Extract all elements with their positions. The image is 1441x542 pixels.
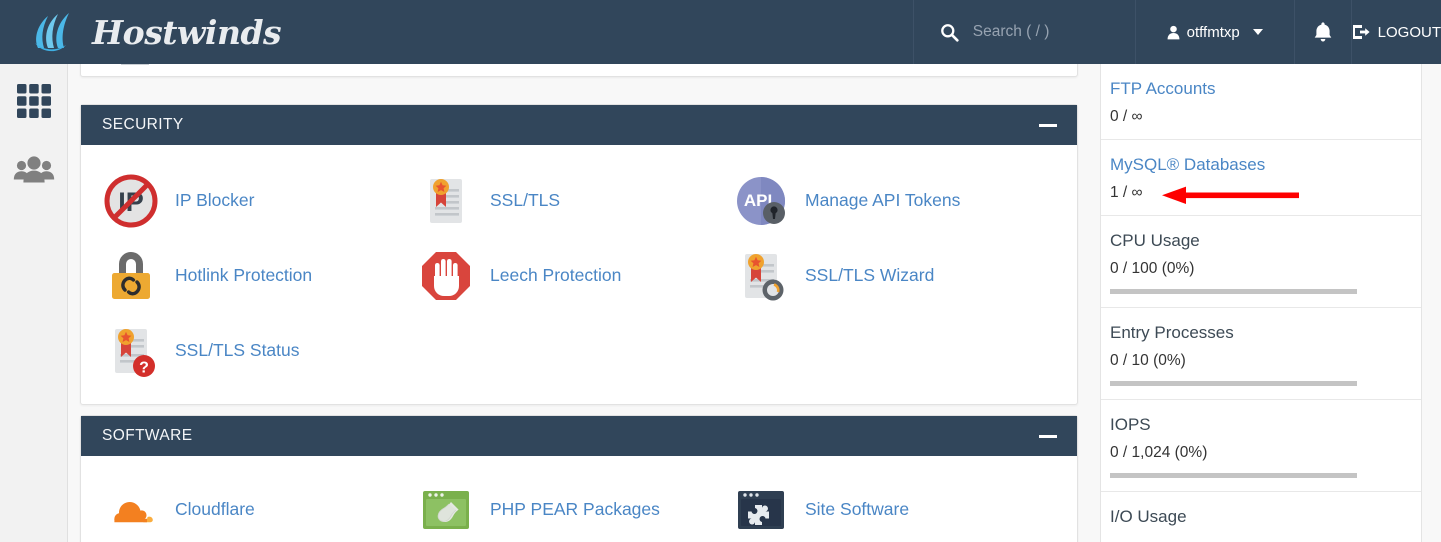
stat-label: I/O Usage <box>1110 506 1421 529</box>
tile-site-software[interactable]: Site Software <box>711 472 1026 542</box>
tile-manage-api-tokens[interactable]: API Manage API Tokens <box>711 163 1026 238</box>
ip-blocker-icon: IP <box>103 173 159 229</box>
panel-software: SOFTWARE Cloudflare <box>80 415 1078 542</box>
search-input[interactable]: Search ( / ) <box>913 0 1136 64</box>
tile-label: SSL/TLS <box>490 190 560 211</box>
main-content-scroll: SECURITY IP IP Blocker <box>69 64 1099 542</box>
php-pear-icon <box>418 482 474 538</box>
user-name: otffmtxp <box>1187 24 1240 41</box>
stat-row-cpu-usage: CPU Usage 0 / 100 (0%) <box>1101 216 1421 308</box>
logout-button[interactable]: LOGOUT <box>1352 0 1441 64</box>
ssl-status-icon: ? <box>103 323 159 379</box>
top-navigation-bar: Hostwinds Search ( / ) otffmtxp LOGOUT <box>0 0 1441 64</box>
cloudflare-icon <box>103 482 159 538</box>
stat-value: 0 / 1,024 (0%) <box>1110 444 1421 462</box>
stop-hand-icon <box>418 248 474 304</box>
stat-value: 0 / 10 (0%) <box>1110 352 1421 370</box>
api-token-icon: API <box>733 173 789 229</box>
tile-label: IP Blocker <box>175 190 254 211</box>
panel-security-body: IP IP Blocker SSL/TLS <box>81 145 1077 404</box>
sidebar-item-users[interactable] <box>0 138 68 202</box>
stat-label[interactable]: FTP Accounts <box>1110 78 1421 101</box>
search-icon <box>940 23 959 42</box>
tile-hotlink-protection[interactable]: Hotlink Protection <box>81 238 396 313</box>
panel-security: SECURITY IP IP Blocker <box>80 104 1078 405</box>
stat-value: 1 / ∞ <box>1110 184 1421 202</box>
panel-security-title: SECURITY <box>102 116 184 134</box>
panel-software-title: SOFTWARE <box>102 427 192 445</box>
chevron-down-icon <box>1253 29 1263 35</box>
tile-label: SSL/TLS Status <box>175 340 300 361</box>
sidebar-item-apps-grid[interactable] <box>0 64 68 138</box>
stat-progress-bar <box>1110 381 1357 386</box>
brand-area: Hostwinds <box>0 0 913 64</box>
notifications-button[interactable] <box>1295 0 1352 64</box>
ssl-certificate-icon <box>418 173 474 229</box>
site-software-puzzle-icon <box>733 482 789 538</box>
tile-label: SSL/TLS Wizard <box>805 265 934 286</box>
stat-label: Entry Processes <box>1110 322 1421 345</box>
user-menu[interactable]: otffmtxp <box>1136 0 1295 64</box>
bell-icon <box>1313 21 1333 43</box>
panel-software-header[interactable]: SOFTWARE <box>81 416 1077 456</box>
logout-label: LOGOUT <box>1378 24 1441 41</box>
stat-row-ftp-accounts: FTP Accounts 0 / ∞ <box>1101 64 1421 140</box>
tile-leech-protection[interactable]: Leech Protection <box>396 238 711 313</box>
tile-label: Hotlink Protection <box>175 265 312 286</box>
hotlink-padlock-icon <box>103 248 159 304</box>
tile-label: PHP PEAR Packages <box>490 499 660 520</box>
stat-label: IOPS <box>1110 414 1421 437</box>
user-icon <box>1167 25 1180 40</box>
usage-stats-panel: FTP Accounts 0 / ∞ MySQL® Databases 1 / … <box>1100 64 1422 542</box>
logout-icon <box>1352 24 1370 40</box>
stat-progress-bar <box>1110 473 1357 478</box>
partial-icon <box>121 64 149 65</box>
stat-value: 0 / 100 (0%) <box>1110 260 1421 278</box>
partial-panel-above <box>80 64 1078 77</box>
hostwinds-swoosh-logo-icon <box>28 10 84 54</box>
svg-text:?: ? <box>139 359 149 376</box>
minus-icon[interactable] <box>1039 124 1057 127</box>
users-group-icon <box>13 155 55 185</box>
panel-software-body: Cloudflare PHP PEAR Packages <box>81 456 1077 542</box>
stat-progress-bar <box>1110 289 1357 294</box>
page-scrollbar-gutter[interactable] <box>1423 64 1441 542</box>
tile-ip-blocker[interactable]: IP IP Blocker <box>81 163 396 238</box>
tile-label: Manage API Tokens <box>805 190 960 211</box>
grid-apps-icon <box>15 82 53 120</box>
stat-row-entry-processes: Entry Processes 0 / 10 (0%) <box>1101 308 1421 400</box>
tile-label: Leech Protection <box>490 265 621 286</box>
minus-icon[interactable] <box>1039 435 1057 438</box>
stat-row-mysql-databases: MySQL® Databases 1 / ∞ <box>1101 140 1421 216</box>
stat-row-iops: IOPS 0 / 1,024 (0%) <box>1101 400 1421 492</box>
stat-value: 0 / ∞ <box>1110 108 1421 126</box>
tile-php-pear-packages[interactable]: PHP PEAR Packages <box>396 472 711 542</box>
stat-row-io-usage: I/O Usage <box>1101 492 1421 542</box>
left-sidebar-rail <box>0 64 68 542</box>
search-placeholder: Search ( / ) <box>973 23 1050 41</box>
brand-name: Hostwinds <box>92 13 281 52</box>
stat-label[interactable]: MySQL® Databases <box>1110 154 1421 177</box>
tile-label: Site Software <box>805 499 909 520</box>
tile-label: Cloudflare <box>175 499 255 520</box>
tile-cloudflare[interactable]: Cloudflare <box>81 472 396 542</box>
hostwinds-logo[interactable]: Hostwinds <box>28 10 281 54</box>
tile-ssl-tls-wizard[interactable]: SSL/TLS Wizard <box>711 238 1026 313</box>
tile-ssl-tls-status[interactable]: ? SSL/TLS Status <box>81 313 396 388</box>
tile-ssl-tls[interactable]: SSL/TLS <box>396 163 711 238</box>
ssl-wizard-icon <box>733 248 789 304</box>
panel-security-header[interactable]: SECURITY <box>81 105 1077 145</box>
stat-label: CPU Usage <box>1110 230 1421 253</box>
